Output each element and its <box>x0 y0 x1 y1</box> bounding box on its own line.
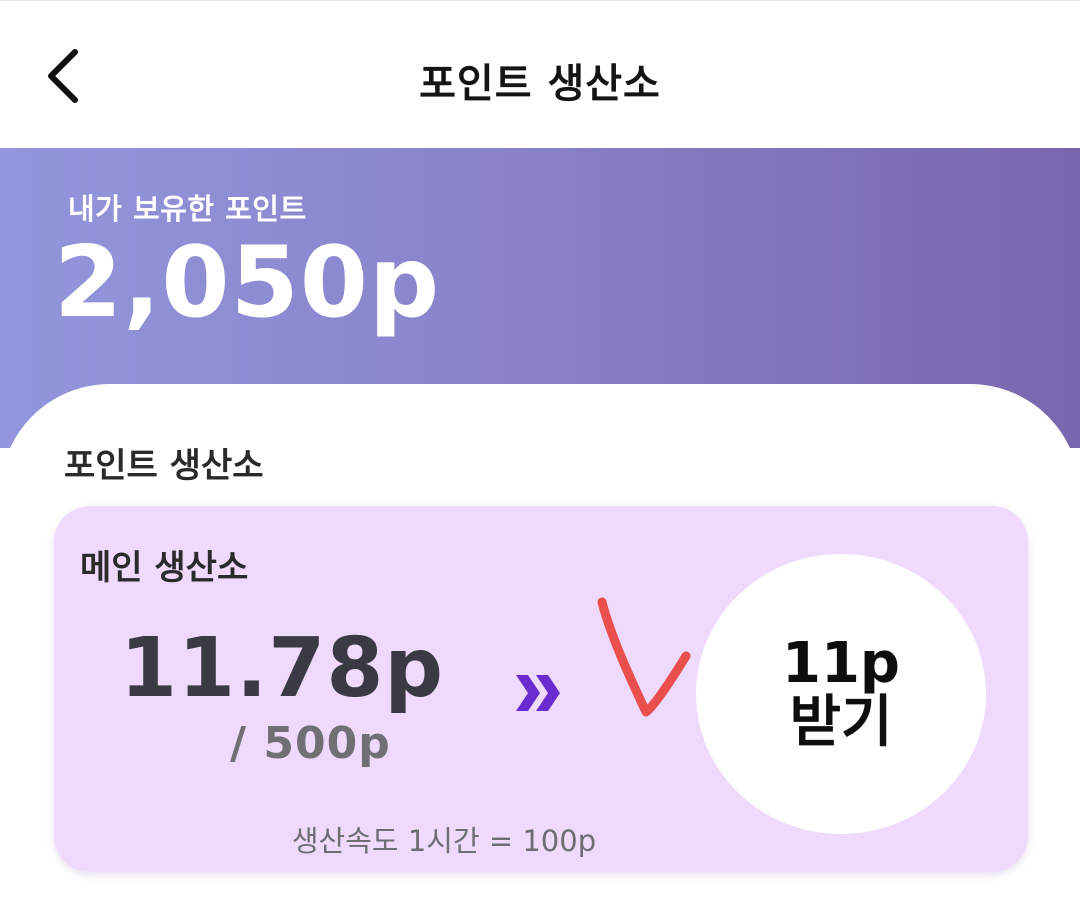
page-title: 포인트 생산소 <box>419 61 661 107</box>
double-chevron-right-icon <box>516 675 560 711</box>
producer-title: 메인 생산소 <box>80 548 249 588</box>
collect-points-button[interactable]: 11p 받기 <box>696 554 986 834</box>
production-rate: 생산속도 1시간 = 100p <box>291 824 597 858</box>
balance-label: 내가 보유한 포인트 <box>68 192 307 226</box>
collect-label: 받기 <box>789 690 893 755</box>
checkmark-annotation-icon <box>597 597 691 717</box>
content-sheet: 포인트 생산소 메인 생산소 11.78p / 500p 11p 받기 생산속도… <box>0 384 1080 914</box>
balance-value: 2,050p <box>54 226 441 340</box>
app-bar: 포인트 생산소 <box>0 0 1080 148</box>
collect-amount: 11p <box>781 631 900 697</box>
main-producer-card: 메인 생산소 11.78p / 500p 11p 받기 생산속도 1시간 = 1… <box>54 506 1028 872</box>
section-title: 포인트 생산소 <box>64 446 264 486</box>
accumulated-points: 11.78p <box>120 621 445 716</box>
point-factory-screen: 포인트 생산소 내가 보유한 포인트 2,050p 포인트 생산소 메인 생산소… <box>0 0 1080 914</box>
capacity-limit: / 500p <box>230 718 391 769</box>
